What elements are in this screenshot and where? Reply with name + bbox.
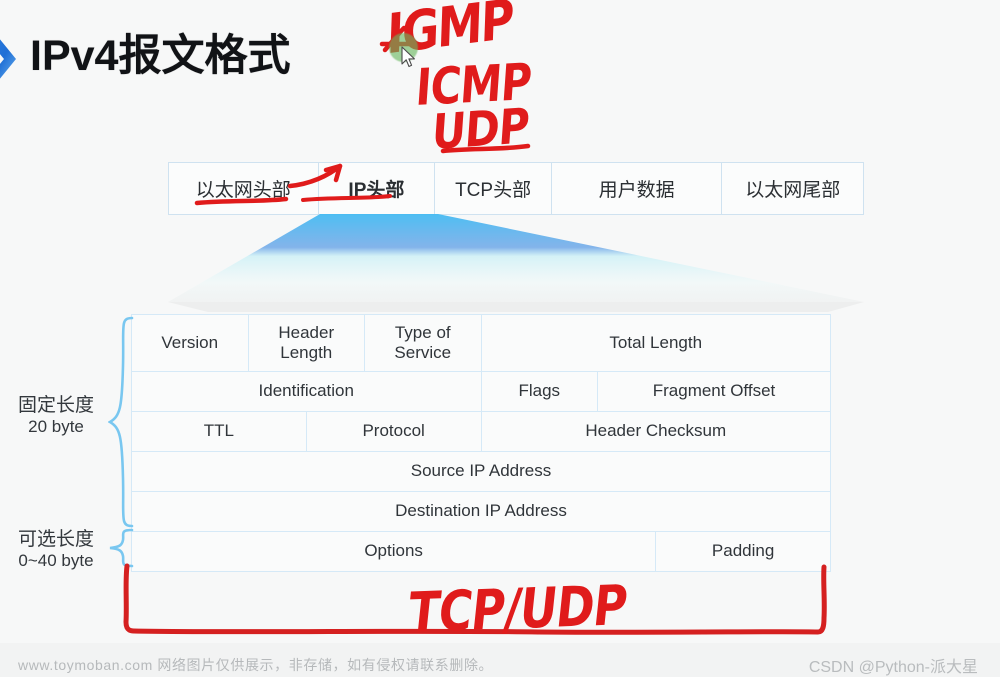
strip-cell-ethernet-trailer[interactable]: 以太网尾部 xyxy=(722,163,863,214)
strip-cell-ethernet-header[interactable]: 以太网头部 xyxy=(169,163,319,214)
field-fragment-offset[interactable]: Fragment Offset xyxy=(597,371,831,412)
packet-layout-strip: 以太网头部 IP头部 TCP头部 用户数据 以太网尾部 xyxy=(168,162,864,215)
strip-cell-tcp-header[interactable]: TCP头部 xyxy=(435,163,552,214)
field-version[interactable]: Version xyxy=(131,314,249,372)
table-row: Identification Flags Fragment Offset xyxy=(131,371,831,412)
mouse-pointer-icon xyxy=(401,46,415,68)
strip-cell-user-data[interactable]: 用户数据 xyxy=(552,163,723,214)
field-type-of-service[interactable]: Type of Service xyxy=(364,314,482,372)
table-row: TTL Protocol Header Checksum xyxy=(131,411,831,452)
strip-cell-label: 以太网头部 xyxy=(195,180,291,201)
field-destination-ip-address[interactable]: Destination IP Address xyxy=(131,491,831,532)
field-header-checksum[interactable]: Header Checksum xyxy=(480,411,831,452)
strip-cell-label: 用户数据 xyxy=(598,180,675,201)
field-protocol[interactable]: Protocol xyxy=(305,411,482,452)
curly-brace-icon-fixed xyxy=(108,316,134,528)
strip-cell-label: 以太网尾部 xyxy=(745,180,841,201)
ipv4-header-table: Version Header Length Type of Service Tota… xyxy=(130,314,831,572)
slide-canvas: IPv4报文格式 以太网头部 IP头部 TCP头部 用户数据 以太网尾部 Ver… xyxy=(0,0,1000,677)
watermark-left: www.toymoban.com 网络图片仅供展示，非存储，如有侵权请联系删除。 xyxy=(18,657,494,673)
table-row: Version Header Length Type of Service Tota… xyxy=(131,314,831,372)
strip-cell-label: IP头部 xyxy=(348,180,405,201)
field-total-length[interactable]: Total Length xyxy=(480,314,831,372)
label-optional-length-line1: 可选长度 xyxy=(17,529,94,550)
label-fixed-length-line1: 固定长度 xyxy=(17,395,94,416)
field-identification[interactable]: Identification xyxy=(131,371,482,412)
label-optional-length: 可选长度 0~40 byte xyxy=(4,528,108,572)
handwriting-udp: UDP xyxy=(430,97,531,161)
field-flags[interactable]: Flags xyxy=(480,371,598,412)
field-ttl[interactable]: TTL xyxy=(131,411,307,452)
page-title: IPv4报文格式 xyxy=(30,32,291,80)
blue-chevron-icon xyxy=(0,39,16,79)
field-header-length[interactable]: Header Length xyxy=(247,314,365,372)
watermark-right: CSDN @Python-派大星 xyxy=(808,659,978,676)
strip-cell-ip-header[interactable]: IP头部 xyxy=(319,163,436,214)
field-source-ip-address[interactable]: Source IP Address xyxy=(131,451,831,492)
handwriting-tcp-udp: TCP/UDP xyxy=(405,572,630,646)
label-fixed-length-line2: 20 byte xyxy=(28,417,84,437)
label-optional-length-line2: 0~40 byte xyxy=(18,551,94,571)
label-fixed-length: 固定长度 20 byte xyxy=(6,394,106,438)
table-row: Destination IP Address xyxy=(131,491,831,532)
strip-cell-label: TCP头部 xyxy=(455,180,532,201)
expansion-funnel xyxy=(168,214,864,312)
table-row: Source IP Address xyxy=(131,451,831,492)
